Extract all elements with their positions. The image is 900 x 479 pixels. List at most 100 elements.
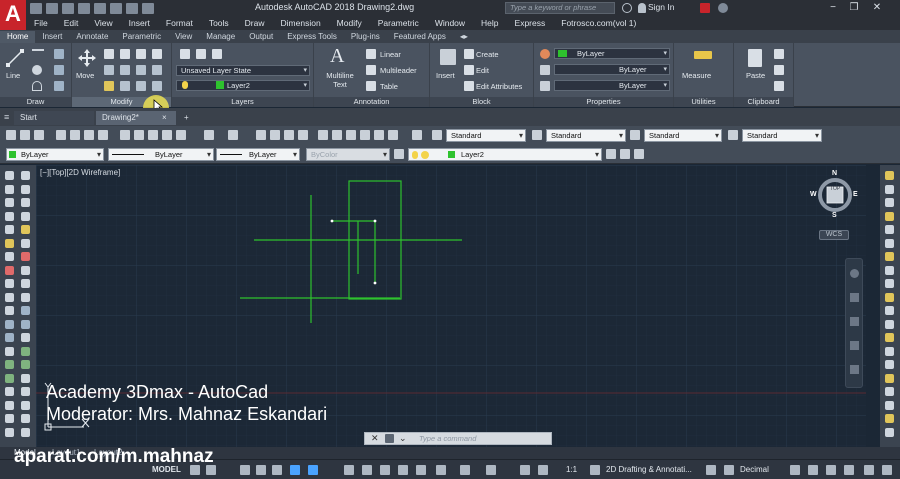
copy-tb-icon[interactable] — [134, 130, 144, 140]
close-command-line-icon[interactable]: ✕ — [371, 433, 379, 444]
lineweight-toggle-icon[interactable] — [344, 465, 354, 475]
chamfer-tool-icon[interactable] — [885, 346, 894, 356]
file-tabs-menu-icon[interactable]: ≡ — [4, 112, 14, 122]
selection-filter-icon[interactable] — [436, 465, 446, 475]
panel-title-draw[interactable]: Draw — [0, 97, 71, 107]
insert-block-alt-icon[interactable] — [21, 319, 30, 329]
table-icon[interactable] — [5, 400, 14, 410]
menu-express[interactable]: Express — [507, 18, 554, 28]
markup-icon[interactable] — [374, 130, 384, 140]
create-block-icon[interactable] — [464, 49, 474, 59]
cut-tb-icon[interactable] — [120, 130, 130, 140]
fillet-tool-icon[interactable] — [885, 360, 894, 369]
layer-properties-icon[interactable] — [180, 49, 190, 59]
new-tab-button[interactable]: + — [180, 111, 196, 125]
ellipse-arc-icon[interactable] — [5, 306, 14, 315]
erase-tool-icon[interactable] — [885, 171, 894, 180]
panel-title-annotation[interactable]: Annotation — [314, 97, 429, 107]
zoom-tool-icon[interactable] — [885, 427, 894, 437]
open-file-icon[interactable] — [46, 2, 58, 14]
ellipse-arc-alt-icon[interactable] — [21, 306, 30, 315]
menu-window[interactable]: Window — [427, 18, 473, 28]
properties-tb-icon[interactable] — [318, 130, 328, 140]
viewport-controls[interactable]: [−][Top][2D Wireframe] — [40, 168, 120, 177]
pan-icon[interactable] — [256, 130, 266, 140]
block-editor-icon[interactable] — [176, 130, 186, 140]
circle-alt-icon[interactable] — [21, 252, 30, 261]
hatch-icon[interactable] — [5, 360, 14, 369]
publish-icon[interactable] — [84, 130, 94, 140]
make-block-icon[interactable] — [5, 333, 14, 342]
autoscale-icon[interactable] — [520, 465, 530, 475]
panel-title-properties[interactable]: Properties — [534, 97, 673, 107]
zoom-realtime-icon[interactable] — [270, 130, 280, 140]
color-dropdown[interactable]: ByLayer — [554, 48, 670, 59]
quick-properties-icon[interactable] — [790, 465, 800, 475]
arc-icon[interactable] — [5, 238, 14, 248]
revision-cloud-icon[interactable] — [5, 265, 14, 275]
explode-icon[interactable] — [136, 65, 146, 75]
viewcube-north[interactable]: N — [832, 170, 837, 177]
gradient-icon[interactable] — [5, 373, 14, 383]
insert-block-icon[interactable] — [5, 319, 14, 329]
showmotion-icon[interactable] — [850, 365, 859, 374]
plot-icon[interactable] — [94, 2, 106, 14]
circle-icon[interactable] — [5, 252, 14, 261]
qnew-icon[interactable] — [6, 130, 16, 140]
revision-cloud-alt-icon[interactable] — [21, 265, 30, 275]
menu-fotrosco[interactable]: Fotrosco.com(vol 1) — [553, 18, 644, 28]
panel-title-layers[interactable]: Layers — [172, 97, 313, 107]
stretch-tool-icon[interactable] — [885, 279, 894, 288]
menu-parametric[interactable]: Parametric — [370, 18, 427, 28]
measure-icon[interactable] — [694, 51, 712, 59]
rotate-tool-icon[interactable] — [885, 252, 894, 261]
viewcube-south[interactable]: S — [832, 212, 837, 219]
orbit-icon[interactable] — [850, 341, 859, 350]
multileader-icon[interactable] — [366, 65, 376, 75]
line-icon[interactable] — [6, 49, 24, 67]
multileader-button[interactable]: Multileader — [380, 66, 417, 75]
command-input[interactable]: Type a command — [419, 434, 476, 443]
line-alt-icon[interactable] — [21, 171, 30, 180]
3d-print-icon[interactable] — [98, 130, 108, 140]
region-icon[interactable] — [5, 387, 14, 396]
layer-isolate-icon[interactable] — [212, 49, 222, 59]
edit-attributes-button[interactable]: Edit Attributes — [476, 82, 522, 91]
array-icon[interactable] — [120, 81, 130, 91]
plot-preview-icon[interactable] — [70, 130, 80, 140]
tab-parametric[interactable]: Parametric — [115, 31, 168, 43]
save-tb-icon[interactable] — [34, 130, 44, 140]
add-selected-icon[interactable] — [5, 427, 14, 437]
copy-tool-icon[interactable] — [885, 184, 894, 194]
tab-home[interactable]: Home — [0, 31, 36, 43]
menu-modify[interactable]: Modify — [329, 18, 370, 28]
steering-wheel-icon[interactable] — [850, 269, 859, 278]
match-properties-icon[interactable] — [540, 49, 550, 59]
multiline-text-alt-icon[interactable] — [21, 414, 30, 423]
polyline-icon[interactable] — [5, 198, 14, 207]
help-icon[interactable] — [718, 3, 728, 13]
construction-line-alt-icon[interactable] — [21, 184, 30, 194]
gizmo-icon[interactable] — [460, 465, 470, 475]
layer-tool-icon[interactable] — [885, 414, 894, 423]
menu-tools[interactable]: Tools — [201, 18, 237, 28]
zoom-window-icon[interactable] — [284, 130, 294, 140]
paste-tb-icon[interactable] — [148, 130, 158, 140]
dynamic-ucs-icon[interactable] — [416, 465, 426, 475]
undo-tb-icon[interactable] — [204, 130, 214, 140]
ellipse-icon[interactable] — [5, 292, 14, 302]
object-snap-icon[interactable] — [308, 465, 318, 475]
erase-icon[interactable] — [152, 49, 162, 59]
menu-file[interactable]: File — [26, 18, 56, 28]
open-icon[interactable] — [20, 130, 30, 140]
spline-alt-icon[interactable] — [21, 279, 30, 288]
autodesk-app-store-icon[interactable] — [700, 3, 710, 13]
hatch-alt-icon[interactable] — [21, 360, 30, 369]
quickcalc-icon[interactable] — [388, 130, 398, 140]
search-input[interactable]: Type a keyword or phrase — [505, 2, 615, 14]
annotation-scale-icon[interactable] — [538, 465, 548, 475]
customize-icon[interactable] — [385, 434, 394, 443]
text-style-dropdown[interactable]: Standard — [446, 129, 526, 142]
tab-view[interactable]: View — [168, 31, 199, 43]
menu-format[interactable]: Format — [158, 18, 201, 28]
